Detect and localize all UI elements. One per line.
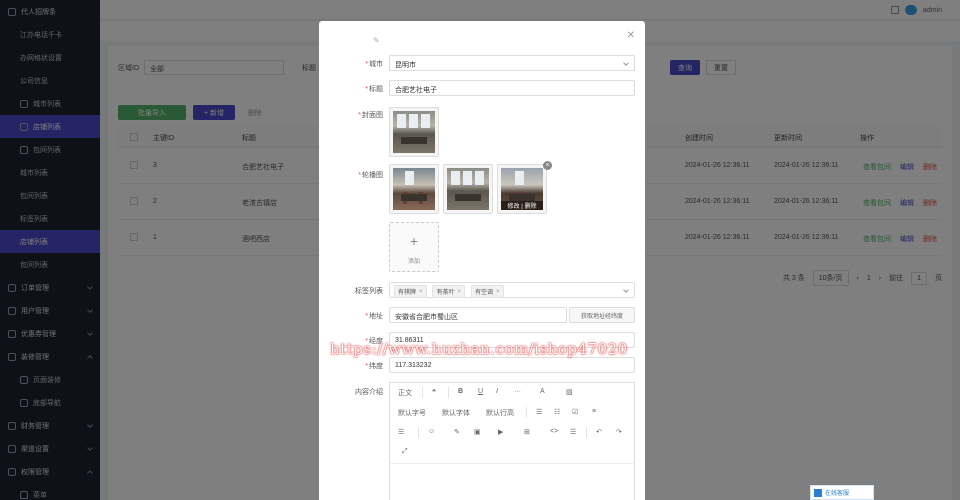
city-select[interactable]: 昆明市 — [389, 55, 635, 71]
tag-close-icon[interactable]: × — [458, 289, 462, 295]
rich-text-editor: 正文 ❝ B U I ··· A ▨ 默认字号 默认字体 默认行高 ☰ ☷ ☑ … — [389, 382, 635, 500]
edit-shop-modal: ✎ ✕ *城市 昆明市 *标题 合肥艺社电子 *封面图 *轮播图 修改 | 删除… — [319, 21, 645, 500]
tag-chip[interactable]: 有茶叶 × — [432, 285, 466, 298]
align-icon[interactable]: ≡ — [592, 408, 596, 415]
address-label: 地址 — [369, 313, 383, 320]
address-input[interactable]: 安徽省合肥市蜀山区 — [389, 307, 567, 323]
font-family-select[interactable]: 默认字体 — [442, 408, 470, 418]
undo-icon[interactable]: ↶ — [596, 428, 602, 436]
font-size-select[interactable]: 默认字号 — [398, 408, 426, 418]
editor-toolbar-row: 默认字号 默认字体 默认行高 ☰ ☷ ☑ ≡ — [390, 403, 634, 423]
carousel-image-3[interactable]: 修改 | 删除 — [497, 164, 547, 214]
more-icon[interactable]: ··· — [514, 388, 521, 395]
plus-icon: + — [409, 233, 419, 249]
bold-icon[interactable]: B — [458, 388, 463, 395]
code-icon[interactable]: <> — [550, 428, 558, 435]
tag-close-icon[interactable]: × — [496, 289, 500, 295]
line-height-select[interactable]: 默认行高 — [486, 408, 514, 418]
image-icon[interactable]: ▣ — [474, 428, 481, 436]
carousel-label: 轮播图 — [362, 172, 383, 179]
chevron-down-icon — [623, 287, 629, 293]
todo-icon[interactable]: ☑ — [572, 408, 578, 416]
indent-icon[interactable]: ☰ — [398, 428, 404, 436]
chat-icon — [814, 488, 822, 497]
table-icon[interactable]: ⊞ — [524, 428, 530, 436]
editor-toolbar-row: 正文 ❝ B U I ··· A ▨ — [390, 383, 634, 403]
carousel-image-1[interactable] — [389, 164, 439, 214]
editor-toolbar-row: ⤢ — [390, 443, 634, 463]
bullet-list-icon[interactable]: ☰ — [536, 408, 542, 416]
title-input[interactable]: 合肥艺社电子 — [389, 80, 635, 96]
video-icon[interactable]: ▶ — [498, 428, 503, 436]
add-image-label: 添加 — [407, 259, 420, 265]
cover-image[interactable] — [389, 107, 439, 157]
editor-toolbar-row: ☰ ☺ ✎ ▣ ▶ ⊞ <> ☰ ↶ ↷ — [390, 423, 634, 443]
chevron-down-icon — [623, 60, 629, 66]
watermark: https://www.huzhan.com/ishop47020 — [330, 340, 628, 358]
close-icon[interactable]: ✕ — [627, 30, 635, 41]
fullscreen-icon[interactable]: ⤢ — [402, 448, 408, 456]
italic-icon[interactable]: I — [496, 388, 498, 395]
city-label: 城市 — [369, 61, 383, 68]
font-color-icon[interactable]: A — [540, 388, 545, 395]
content-label: 内容介绍 — [355, 389, 383, 396]
underline-icon[interactable]: U — [478, 388, 483, 395]
emoji-icon[interactable]: ☺ — [428, 428, 435, 435]
get-coordinates-button[interactable]: 获取地址经纬度 — [569, 307, 635, 323]
tag-chip[interactable]: 有棋牌 × — [394, 285, 427, 298]
carousel-image-2[interactable] — [443, 164, 493, 214]
tag-close-icon[interactable]: × — [419, 289, 423, 295]
cover-label: 封面图 — [362, 112, 383, 119]
tags-label: 标签列表 — [355, 288, 383, 295]
background-color-icon[interactable]: ▨ — [566, 388, 573, 396]
numbered-list-icon[interactable]: ☷ — [554, 408, 560, 416]
remove-image-icon[interactable]: × — [543, 161, 552, 170]
paragraph-select[interactable]: 正文 — [398, 388, 412, 398]
add-image-button[interactable]: + 添加 — [389, 222, 439, 272]
image-edit-overlay[interactable]: 修改 | 删除 — [501, 201, 543, 210]
edit-pencil-icon: ✎ — [373, 36, 380, 45]
tag-chip[interactable]: 有空调 × — [470, 285, 504, 298]
editor-body[interactable] — [390, 463, 634, 500]
redo-icon[interactable]: ↷ — [616, 428, 622, 436]
tags-select[interactable]: 有棋牌 × 有茶叶 × 有空调 × — [389, 282, 635, 298]
link-icon[interactable]: ✎ — [454, 428, 460, 436]
title-label: 标题 — [369, 86, 383, 93]
divider-icon[interactable]: ☰ — [570, 428, 576, 436]
customer-service-badge[interactable]: 在线客服 — [810, 485, 874, 500]
lng-input[interactable]: 117.313232 — [389, 357, 635, 373]
lng-label: 纬度 — [369, 363, 383, 370]
quote-icon[interactable]: ❝ — [432, 388, 436, 396]
